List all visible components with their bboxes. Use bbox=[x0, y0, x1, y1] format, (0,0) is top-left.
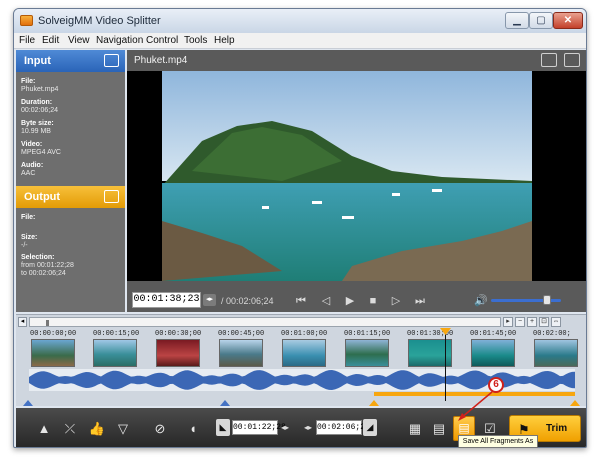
audio-icon[interactable]: ◖ bbox=[184, 420, 202, 438]
video-player: Phuket.mp4 00:01:38;23 ◂▸ / 00:02:06;24 … bbox=[127, 50, 586, 312]
input-header: Input bbox=[16, 50, 125, 72]
input-audio-info: Audio: AAC bbox=[21, 162, 44, 177]
set-end-icon[interactable]: ◢ bbox=[363, 419, 377, 436]
tick-label: 00:01:15;00 bbox=[344, 330, 391, 338]
maximize-button[interactable]: ▢ bbox=[529, 12, 553, 29]
end-time-field[interactable]: 00:02:06;24 bbox=[316, 420, 370, 435]
menu-file[interactable]: File bbox=[19, 35, 35, 46]
tick-label: 00:00:15;00 bbox=[93, 330, 140, 338]
step-forward-icon[interactable]: ▷ bbox=[388, 294, 404, 308]
tick-label: 00:00:45;00 bbox=[218, 330, 265, 338]
scroll-left-icon[interactable]: ◂ bbox=[18, 317, 27, 327]
folder-icon[interactable] bbox=[564, 53, 580, 67]
end-step-icon[interactable]: ◂▸ bbox=[302, 421, 314, 434]
playhead[interactable] bbox=[445, 329, 446, 401]
video-frame[interactable] bbox=[127, 71, 586, 281]
trim-label: Trim bbox=[546, 423, 568, 434]
info-panel: Input File: Phuket.mp4 Duration: 00:02:06;… bbox=[16, 50, 125, 312]
tick-label: 00:02:00; bbox=[533, 330, 571, 338]
set-start-icon[interactable]: ◣ bbox=[216, 419, 230, 436]
video-filename: Phuket.mp4 bbox=[134, 55, 188, 66]
close-button[interactable]: ✕ bbox=[553, 12, 583, 29]
input-file-info: File: Phuket.mp4 bbox=[21, 78, 59, 93]
menu-tools[interactable]: Tools bbox=[184, 35, 207, 46]
remove-marker-icon[interactable]: ⤫ bbox=[61, 420, 79, 438]
step-callout-badge: 6 bbox=[488, 377, 504, 393]
volume-slider-thumb[interactable] bbox=[543, 295, 551, 305]
thumbnail bbox=[282, 339, 326, 367]
menu-bar: File Edit View Navigation Control Tools … bbox=[14, 33, 586, 49]
tick-label: 00:01:45;00 bbox=[470, 330, 517, 338]
up-arrow-icon[interactable]: ▲ bbox=[35, 420, 53, 438]
next-fragment-icon[interactable]: ⏭ bbox=[412, 294, 428, 308]
marker-start-icon[interactable] bbox=[23, 400, 33, 406]
tick-label: 00:01:00;00 bbox=[281, 330, 328, 338]
menu-control[interactable]: Control bbox=[146, 35, 178, 46]
tick-label: 00:00:30;00 bbox=[155, 330, 202, 338]
film-cut-icon[interactable]: ▦ bbox=[406, 420, 424, 438]
selection-start-marker-icon[interactable] bbox=[369, 400, 379, 406]
start-time-field[interactable]: 00:01:22;28 bbox=[232, 420, 286, 435]
tick-label: 00:00:00;00 bbox=[30, 330, 77, 338]
stop-icon[interactable]: ■ bbox=[365, 294, 381, 308]
timeline[interactable]: ◂ ▸ − + ⊡ ⇔ 00:00:00;00 00:00:15;00 00:0… bbox=[16, 314, 586, 406]
input-title: Input bbox=[24, 55, 51, 67]
menu-help[interactable]: Help bbox=[214, 35, 235, 46]
minimize-button[interactable]: ▁ bbox=[505, 12, 529, 29]
total-duration: / 00:02:06;24 bbox=[221, 296, 274, 306]
zoom-in-icon[interactable]: + bbox=[527, 317, 537, 327]
camera-icon[interactable] bbox=[541, 53, 557, 67]
start-step-icon[interactable]: ◂▸ bbox=[279, 421, 291, 434]
output-title: Output bbox=[24, 191, 61, 203]
open-folder-icon[interactable] bbox=[104, 54, 119, 67]
save-disk-icon[interactable] bbox=[104, 190, 119, 203]
title-bar: SolveigMM Video Splitter ▁ ▢ ✕ bbox=[14, 9, 586, 33]
thumbnail bbox=[31, 339, 75, 367]
video-scene-image bbox=[162, 71, 532, 281]
input-duration-info: Duration: 00:02:06;24 bbox=[21, 99, 58, 114]
window-title: SolveigMM Video Splitter bbox=[38, 15, 161, 27]
marker-icon[interactable] bbox=[220, 400, 230, 406]
thumb-up-icon[interactable]: 👍 bbox=[88, 420, 106, 438]
mute-fragment-icon[interactable]: ⊘ bbox=[151, 420, 169, 438]
volume-icon[interactable]: 🔊 bbox=[474, 294, 488, 308]
play-icon[interactable]: ▶ bbox=[342, 294, 358, 308]
output-file-info: File: bbox=[21, 214, 36, 221]
time-spinner-icon[interactable]: ◂▸ bbox=[203, 294, 216, 306]
input-size-info: Byte size: 10.99 MB bbox=[21, 120, 54, 135]
prev-fragment-icon[interactable]: ⏮ bbox=[293, 294, 309, 308]
app-logo-icon bbox=[20, 15, 33, 26]
selection-range-bar[interactable] bbox=[374, 392, 575, 396]
comment-icon[interactable]: ▽ bbox=[114, 420, 132, 438]
output-header: Output bbox=[16, 186, 125, 208]
menu-edit[interactable]: Edit bbox=[42, 35, 59, 46]
step-back-icon[interactable]: ◁ bbox=[318, 294, 334, 308]
output-selection-info: Selection: from 00:01:22;28 to 00:02:06;24 bbox=[21, 254, 74, 277]
input-video-info: Video: MPEG4 AVC bbox=[21, 141, 61, 156]
output-size-info: Size: -/- bbox=[21, 234, 38, 249]
scroll-right-icon[interactable]: ▸ bbox=[503, 317, 513, 327]
thumbnail bbox=[93, 339, 137, 367]
delete-fragment-icon[interactable]: ▤ bbox=[430, 420, 448, 438]
thumbnail bbox=[471, 339, 515, 367]
thumbnail bbox=[534, 339, 578, 367]
scrollbar-thumb[interactable] bbox=[46, 320, 49, 326]
selection-end-marker-icon[interactable] bbox=[570, 400, 580, 406]
thumbnail bbox=[219, 339, 263, 367]
zoom-fit-icon[interactable]: ⊡ bbox=[539, 317, 549, 327]
current-time-field[interactable]: 00:01:38;23 bbox=[132, 292, 201, 308]
menu-view[interactable]: View bbox=[68, 35, 90, 46]
tooltip: Save All Fragments As bbox=[458, 435, 538, 448]
zoom-selection-icon[interactable]: ⇔ bbox=[551, 317, 561, 327]
thumbnail bbox=[345, 339, 389, 367]
thumbnail bbox=[156, 339, 200, 367]
zoom-out-icon[interactable]: − bbox=[515, 317, 525, 327]
timeline-scrollbar[interactable] bbox=[29, 317, 501, 327]
menu-navigation[interactable]: Navigation bbox=[96, 35, 143, 46]
